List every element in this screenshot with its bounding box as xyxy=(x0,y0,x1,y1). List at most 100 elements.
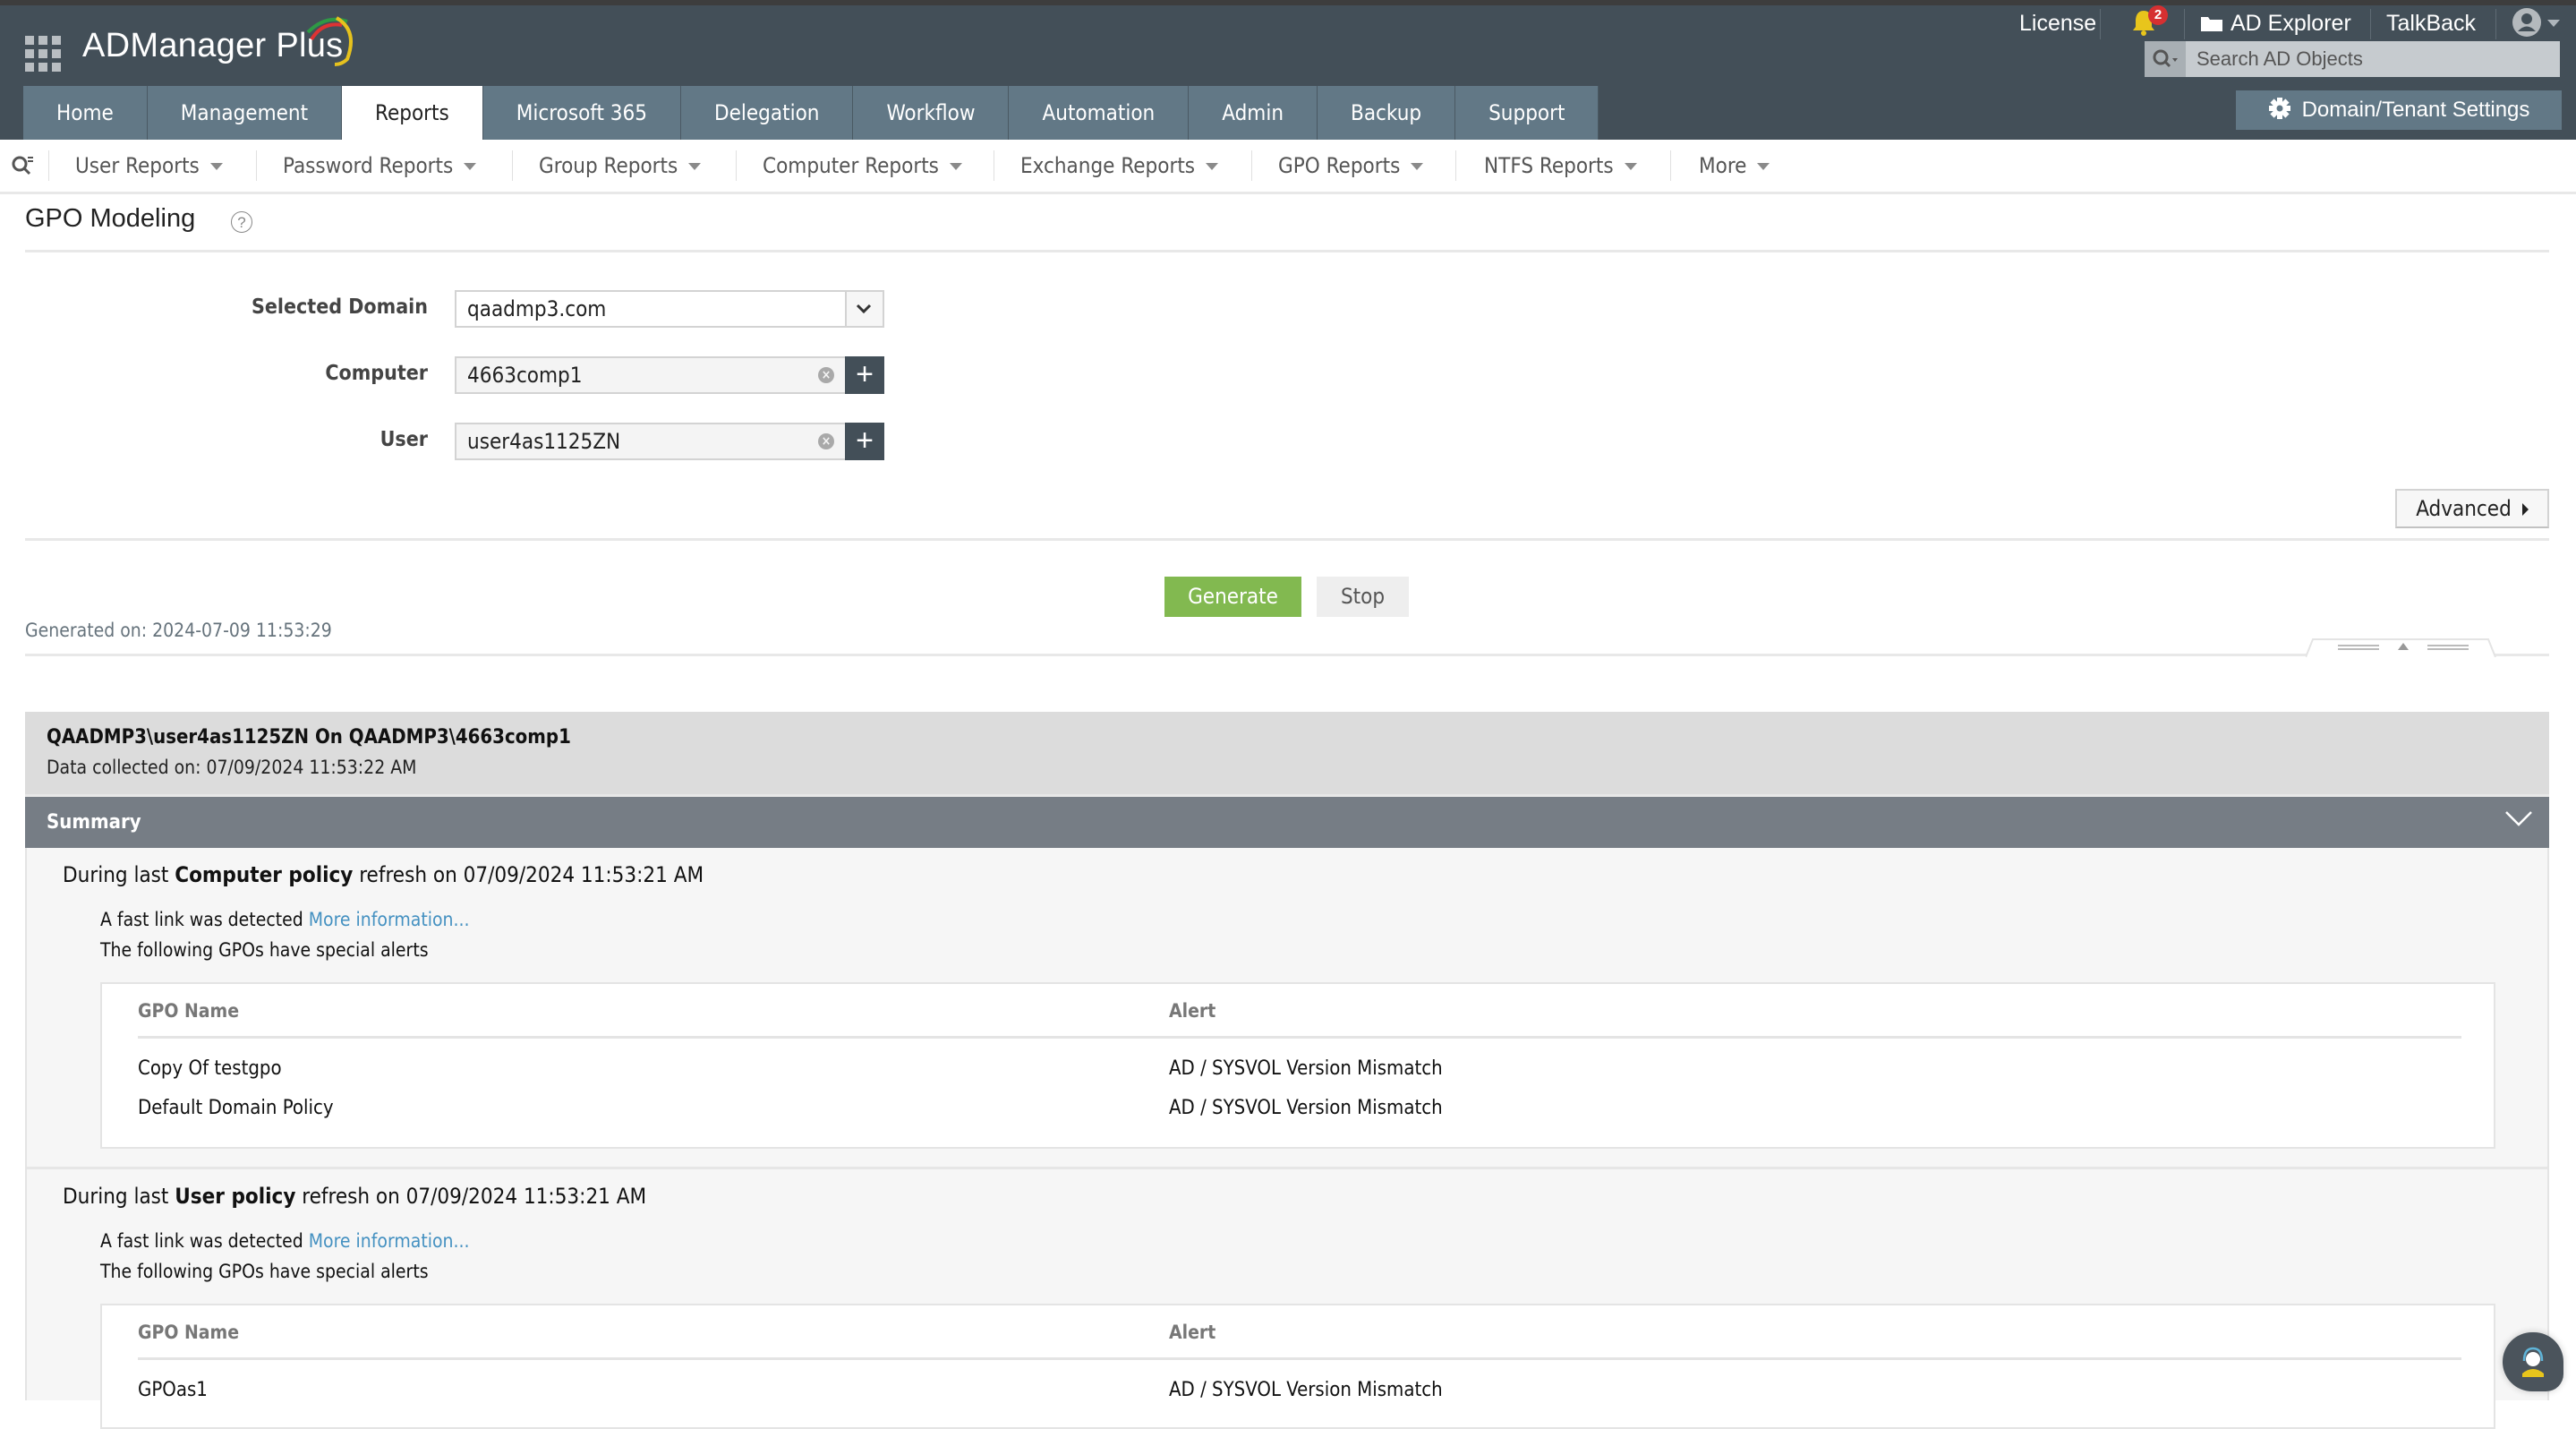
user-input[interactable] xyxy=(467,424,807,458)
title-divider xyxy=(25,250,2549,252)
search-scope-dropdown[interactable] xyxy=(2145,41,2186,77)
column-header-alert: Alert xyxy=(1169,1322,1216,1343)
table-row-alert: AD / SYSVOL Version Mismatch xyxy=(1169,1057,1443,1080)
clear-user-icon[interactable]: × xyxy=(818,433,834,449)
talkback-link[interactable]: TalkBack xyxy=(2386,7,2476,39)
policy-type: User policy xyxy=(175,1184,296,1209)
search-input[interactable] xyxy=(2196,41,2551,77)
tab-support[interactable]: Support xyxy=(1455,86,1599,140)
stop-button[interactable]: Stop xyxy=(1317,577,1409,617)
subnav-group-reports[interactable]: Group Reports xyxy=(539,140,702,192)
support-chat-button[interactable] xyxy=(2503,1332,2563,1391)
tab-reports[interactable]: Reports xyxy=(342,86,483,140)
license-link[interactable]: License xyxy=(2019,7,2096,39)
add-user-button[interactable]: + xyxy=(845,423,884,460)
more-information-link[interactable]: More information... xyxy=(309,909,470,930)
app-launcher-grid-icon[interactable] xyxy=(25,36,61,72)
add-computer-button[interactable]: + xyxy=(845,356,884,394)
summary-label: Summary xyxy=(47,811,141,834)
computer-input[interactable] xyxy=(467,358,807,392)
table-header-divider xyxy=(138,1036,2461,1039)
computer-field: × + xyxy=(455,356,884,394)
tab-microsoft-365[interactable]: Microsoft 365 xyxy=(482,86,681,140)
tab-delegation[interactable]: Delegation xyxy=(680,86,854,140)
subnav-gpo-reports[interactable]: GPO Reports xyxy=(1278,140,1424,192)
subnav-separator xyxy=(1670,150,1671,181)
subnav-label: Password Reports xyxy=(283,153,454,178)
alerts-intro: The following GPOs have special alerts xyxy=(100,1261,429,1282)
gpo-alerts-table: GPO Name Alert Copy Of testgpo AD / SYSV… xyxy=(100,982,2495,1149)
subnav-label: Exchange Reports xyxy=(1020,153,1196,178)
caret-right-icon xyxy=(2521,503,2529,516)
gpo-alerts-table: GPO Name Alert GPOas1 AD / SYSVOL Versio… xyxy=(100,1304,2495,1429)
subnav-user-reports[interactable]: User Reports xyxy=(75,140,223,192)
report-search-icon[interactable] xyxy=(11,154,34,177)
ad-explorer-link[interactable]: AD Explorer xyxy=(2200,7,2351,39)
header-separator xyxy=(2495,9,2496,39)
computer-label: Computer xyxy=(325,362,428,385)
subnav-separator xyxy=(1455,150,1456,181)
fast-link-line: A fast link was detected More informatio… xyxy=(100,1230,470,1252)
subnav-more[interactable]: More xyxy=(1699,140,1770,192)
heading-suffix: refresh on 07/09/2024 11:53:21 AM xyxy=(295,1184,647,1209)
collapse-form-handle[interactable] xyxy=(2306,637,2501,657)
fast-link-text: A fast link was detected xyxy=(100,909,303,930)
domain-select[interactable]: qaadmp3.com xyxy=(455,290,884,328)
user-avatar-icon[interactable] xyxy=(2512,7,2542,38)
generate-button[interactable]: Generate xyxy=(1164,577,1301,617)
tab-admin[interactable]: Admin xyxy=(1189,86,1318,140)
domain-tenant-settings-button[interactable]: Domain/Tenant Settings xyxy=(2236,90,2562,130)
subnav-label: GPO Reports xyxy=(1278,153,1401,178)
caret-down-icon xyxy=(1411,163,1424,170)
main-tabs: Home Management Reports Microsoft 365 De… xyxy=(23,86,1599,140)
page-title: GPO Modeling xyxy=(25,204,196,233)
table-header-divider xyxy=(138,1357,2461,1360)
user-field: × + xyxy=(455,423,884,460)
domain-tenant-settings-label: Domain/Tenant Settings xyxy=(2301,98,2530,122)
result-title: QAADMP3\user4as1125ZN On QAADMP3\4663com… xyxy=(47,726,571,749)
subnav-password-reports[interactable]: Password Reports xyxy=(283,140,477,192)
subnav-separator xyxy=(256,150,257,181)
alerts-intro: The following GPOs have special alerts xyxy=(100,939,429,961)
fast-link-text: A fast link was detected xyxy=(100,1230,303,1252)
advanced-label: Advanced xyxy=(2416,496,2512,521)
summary-section-header[interactable]: Summary xyxy=(25,794,2549,848)
heading-prefix: During last xyxy=(63,862,175,887)
folder-icon xyxy=(2201,17,2222,31)
chevron-down-icon[interactable] xyxy=(2504,809,2533,827)
subnav-separator xyxy=(736,150,737,181)
subnav-computer-reports[interactable]: Computer Reports xyxy=(763,140,962,192)
header-separator xyxy=(2370,9,2371,39)
user-label: User xyxy=(380,428,428,451)
clear-computer-icon[interactable]: × xyxy=(818,367,834,383)
subnav-separator xyxy=(48,150,49,181)
domain-dropdown-button[interactable] xyxy=(845,292,883,326)
section-divider xyxy=(27,1167,2547,1169)
more-information-link[interactable]: More information... xyxy=(309,1230,470,1252)
subnav-label: User Reports xyxy=(75,153,200,178)
caret-down-icon xyxy=(1624,163,1637,170)
subnav-ntfs-reports[interactable]: NTFS Reports xyxy=(1484,140,1637,192)
tab-automation[interactable]: Automation xyxy=(1009,86,1190,140)
notification-count-badge: 2 xyxy=(2148,5,2168,25)
help-icon[interactable]: ? xyxy=(231,211,252,233)
user-policy-heading: During last User policy refresh on 07/09… xyxy=(63,1184,646,1209)
fast-link-line: A fast link was detected More informatio… xyxy=(100,909,470,930)
caret-down-icon xyxy=(1206,163,1219,170)
tab-home[interactable]: Home xyxy=(23,86,148,140)
column-header-gpo-name: GPO Name xyxy=(138,1322,240,1343)
data-collected-timestamp: Data collected on: 07/09/2024 11:53:22 A… xyxy=(47,757,417,778)
heading-prefix: During last xyxy=(63,1184,175,1209)
tab-workflow[interactable]: Workflow xyxy=(853,86,1010,140)
ad-object-search xyxy=(2145,41,2560,77)
advanced-button[interactable]: Advanced xyxy=(2395,489,2549,528)
subnav-label: Computer Reports xyxy=(763,153,939,178)
tab-management[interactable]: Management xyxy=(147,86,343,140)
heading-suffix: refresh on 07/09/2024 11:53:21 AM xyxy=(353,862,704,887)
table-row-gpo-name: Default Domain Policy xyxy=(138,1097,334,1119)
subnav-exchange-reports[interactable]: Exchange Reports xyxy=(1020,140,1219,192)
search-icon xyxy=(2153,49,2178,68)
header-separator xyxy=(2184,9,2185,39)
user-menu-caret-icon[interactable] xyxy=(2547,20,2560,27)
tab-backup[interactable]: Backup xyxy=(1318,86,1456,140)
